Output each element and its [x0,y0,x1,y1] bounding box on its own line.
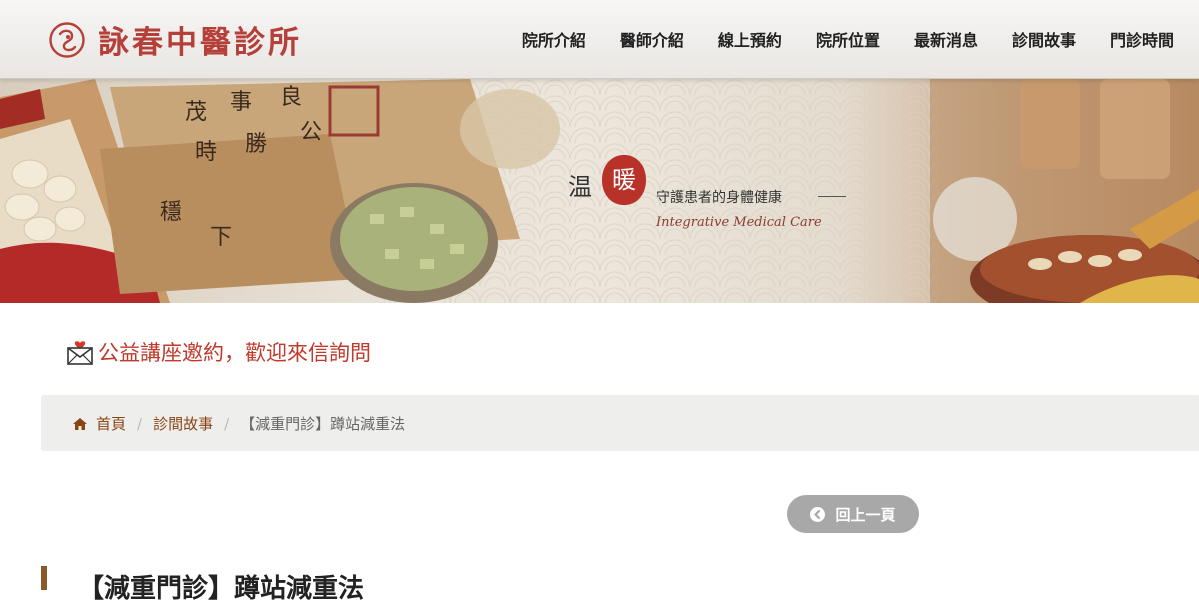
breadcrumb: 首頁 / 診間故事 / 【減重門診】蹲站減重法 [41,395,1199,451]
hero-banner: 茂事良 時勝公 穩下 温 暖 守護患者的身體健康 Integrative Med… [0,79,1199,303]
nav-item-booking[interactable]: 線上預約 [718,27,782,51]
svg-text:下: 下 [210,225,232,250]
banner-tagline: 温 暖 守護患者的身體健康 Integrative Medical Care [568,155,868,235]
svg-text:茂: 茂 [185,100,207,125]
title-accent-bar [41,566,47,590]
breadcrumb-separator: / [137,414,143,433]
banner-english: Integrative Medical Care [656,215,822,230]
svg-text:勝: 勝 [245,132,267,157]
banner-divider [818,196,846,197]
back-button-label: 回上一頁 [835,505,896,524]
main-nav: 院所介紹 醫師介紹 線上預約 院所位置 最新消息 診間故事 門診時間 [522,27,1174,51]
banner-seal: 暖 [602,155,646,205]
svg-text:良: 良 [280,85,302,110]
chevron-left-circle-icon [810,506,826,522]
site-logo[interactable]: 詠春中醫診所 [48,17,302,62]
svg-text:公: 公 [300,120,322,145]
svg-text:時: 時 [195,140,217,165]
logo-emblem-icon [49,21,85,58]
notice-text: 公益講座邀約，歡迎來信詢問 [98,341,371,365]
nav-item-stories[interactable]: 診間故事 [1012,27,1076,51]
home-icon [73,417,87,430]
envelope-heart-icon [67,341,93,365]
banner-subtitle: 守護患者的身體健康 [656,190,782,206]
site-header: 詠春中醫診所 院所介紹 醫師介紹 線上預約 院所位置 最新消息 診間故事 門診時… [0,0,1199,79]
logo-text: 詠春中醫診所 [98,25,302,61]
nav-item-news[interactable]: 最新消息 [914,27,978,51]
breadcrumb-section[interactable]: 診間故事 [153,413,213,434]
breadcrumb-current: 【減重門診】蹲站減重法 [240,415,406,433]
nav-item-location[interactable]: 院所位置 [816,27,880,51]
nav-item-about[interactable]: 院所介紹 [522,27,586,51]
svg-text:穩: 穩 [160,200,182,225]
back-button[interactable]: 回上一頁 [787,495,919,533]
nav-item-doctors[interactable]: 醫師介紹 [620,27,684,51]
lecture-notice[interactable]: 公益講座邀約，歡迎來信詢問 [66,337,371,367]
breadcrumb-home[interactable]: 首頁 [96,413,126,434]
breadcrumb-separator: / [224,414,230,433]
nav-item-hours[interactable]: 門診時間 [1110,27,1174,51]
page-title: 【減重門診】蹲站減重法 [78,574,365,604]
banner-calligraphy: 温 [568,173,592,201]
svg-text:事: 事 [230,90,252,115]
